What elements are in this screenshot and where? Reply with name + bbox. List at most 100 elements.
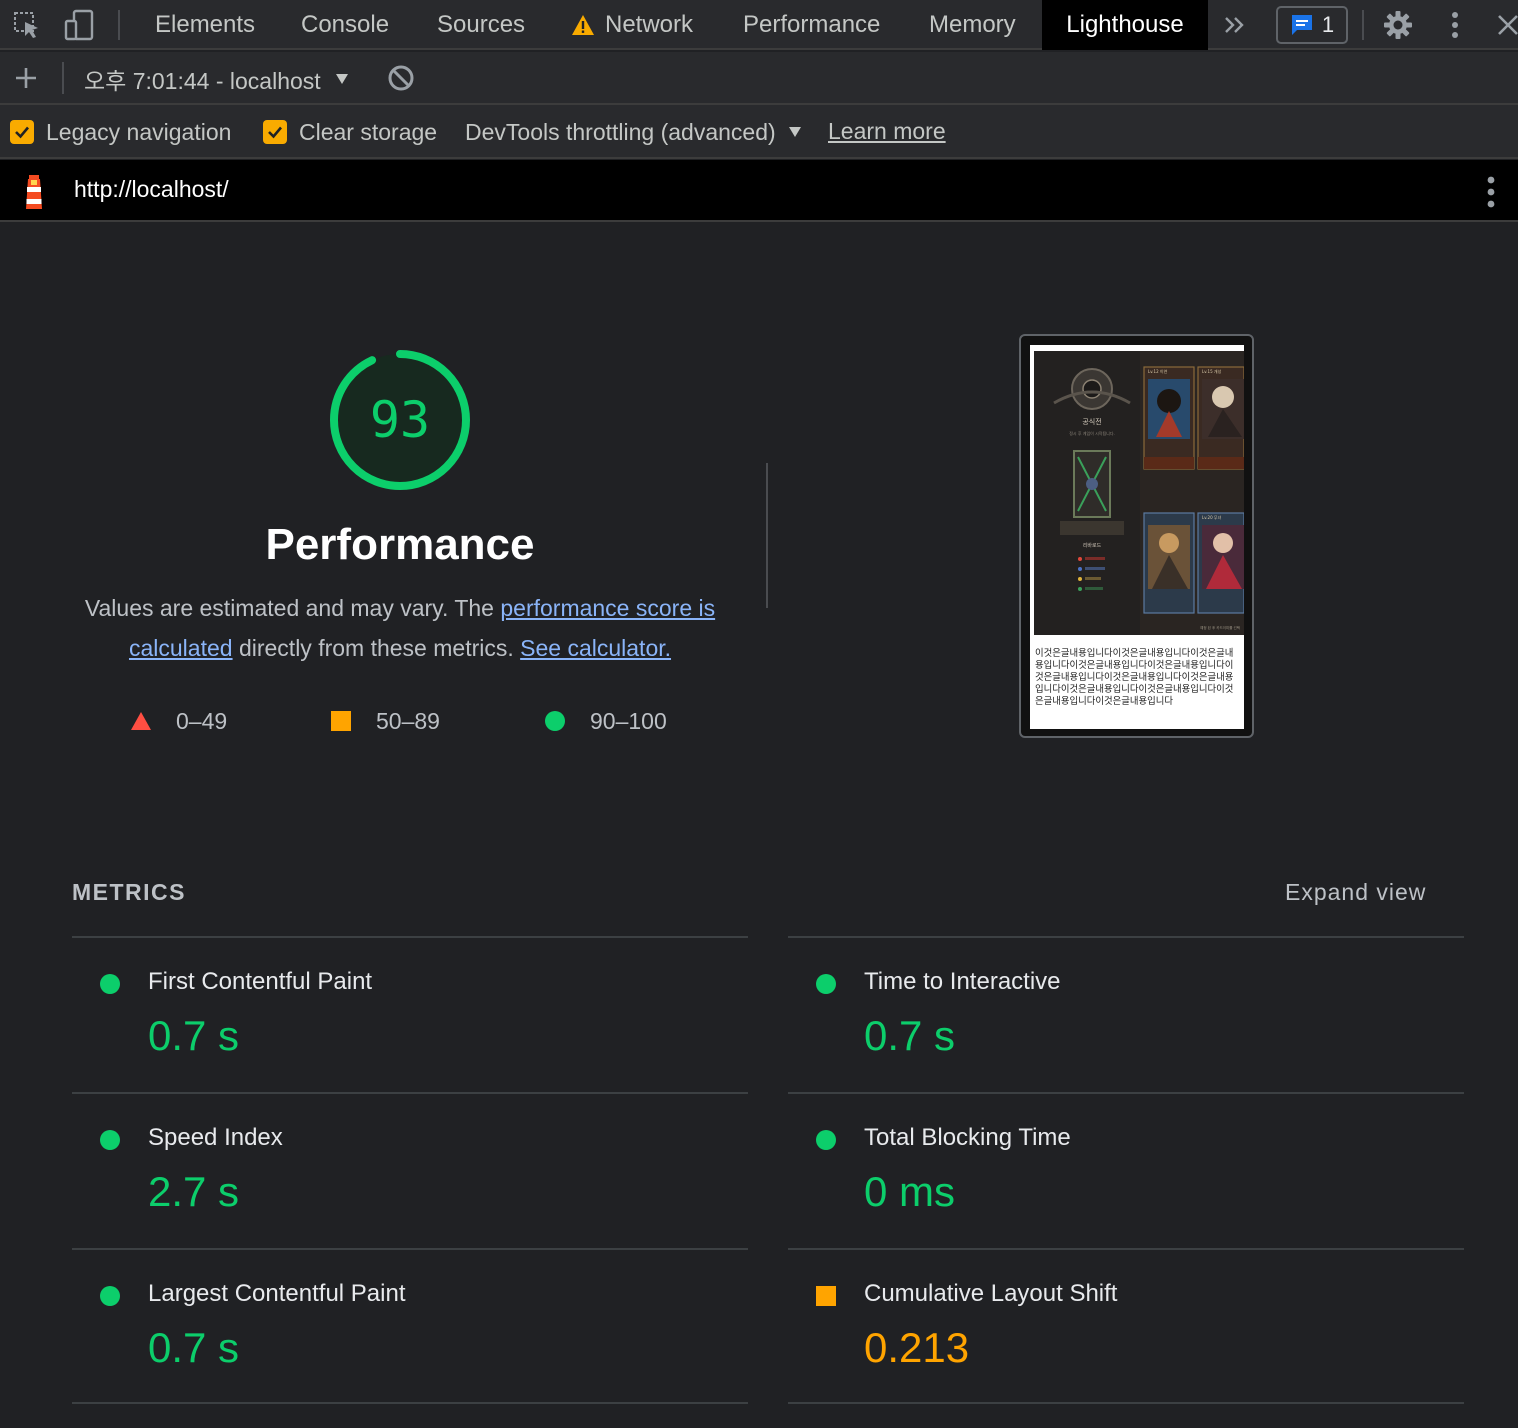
legend-average-label: 50–89	[376, 707, 440, 734]
tab-sources-label: Sources	[437, 11, 526, 38]
game-subtitle: 정시 후 게임이 시작됩니다.	[1069, 430, 1115, 436]
desc-text-1: Values are estimated and may vary. The	[84, 595, 501, 621]
tab-network[interactable]: Network	[571, 0, 693, 50]
tab-sources[interactable]: Sources	[437, 0, 525, 50]
issues-count: 1	[1321, 12, 1335, 37]
devtools-tab-bar: Elements Console Sources Network Perform…	[0, 0, 1518, 50]
toolbar2-separator	[62, 62, 64, 94]
desc-text-2: directly from these metrics.	[232, 635, 521, 661]
metric-speed-index: Speed Index 2.7 s	[72, 1094, 748, 1248]
report-url-bar: http://localhost/	[0, 160, 1518, 222]
final-screenshot[interactable]: 공식전 정시 후 게임이 시작됩니다. 리바로드 Lv.12 이연 Lv.15 …	[1019, 334, 1254, 738]
screenshot-page: 공식전 정시 후 게임이 시작됩니다. 리바로드 Lv.12 이연 Lv.15 …	[1030, 345, 1244, 729]
metric-pass-indicator-icon	[100, 974, 120, 994]
metric-value: 0.7 s	[148, 1012, 240, 1059]
tab-elements-label: Elements	[155, 11, 256, 38]
fail-triangle-icon	[131, 712, 151, 730]
inspect-element-icon[interactable]	[10, 8, 44, 42]
game-title: 공식전	[1082, 417, 1101, 426]
gear-icon[interactable]	[1381, 8, 1415, 42]
report-menu-icon[interactable]	[1486, 176, 1496, 213]
lighthouse-logo-icon	[20, 173, 48, 216]
clear-storage-label: Clear storage	[299, 118, 438, 145]
warning-icon	[572, 15, 594, 35]
card-label-1: Lv.12 이연	[1148, 368, 1168, 374]
clear-reports-icon[interactable]	[384, 61, 418, 95]
summary-divider	[766, 463, 768, 608]
metric-first-contentful-paint: First Contentful Paint 0.7 s	[72, 938, 748, 1092]
metric-divider	[788, 1402, 1464, 1404]
metric-value: 0.7 s	[864, 1012, 956, 1059]
tab-elements[interactable]: Elements	[155, 0, 255, 50]
issues-icon	[1291, 15, 1312, 35]
throttling-select[interactable]: DevTools throttling (advanced)	[465, 118, 802, 146]
toolbar-separator-2	[1362, 10, 1364, 40]
kebab-menu-icon[interactable]	[1438, 8, 1472, 42]
game-illustration: 공식전 정시 후 게임이 시작됩니다. 리바로드 Lv.12 이연 Lv.15 …	[1034, 351, 1244, 635]
lighthouse-settings-bar: Legacy navigation Clear storage DevTools…	[0, 105, 1518, 159]
metric-pass-indicator-icon	[816, 974, 836, 994]
legend-pass: 90–100	[544, 705, 667, 737]
category-title: Performance	[265, 520, 535, 569]
close-icon[interactable]	[1491, 8, 1518, 42]
performance-gauge[interactable]: 93	[325, 345, 475, 495]
throttling-label: DevTools throttling (advanced)	[465, 118, 776, 145]
metric-label: Cumulative Layout Shift	[864, 1280, 1118, 1307]
learn-more-link[interactable]: Learn more	[828, 118, 946, 145]
metric-largest-contentful-paint: Largest Contentful Paint 0.7 s	[72, 1250, 748, 1404]
new-report-icon[interactable]	[9, 61, 43, 95]
more-tabs-icon[interactable]	[1218, 8, 1252, 42]
metric-label: First Contentful Paint	[148, 968, 373, 995]
issues-button[interactable]: 1	[1276, 6, 1348, 44]
device-toolbar-icon[interactable]	[62, 8, 96, 42]
report-selector-label: 오후 7:01:44 - localhost	[84, 67, 321, 94]
throttling-dropdown-icon	[788, 127, 801, 137]
metric-pass-indicator-icon	[100, 1286, 120, 1306]
metric-average-indicator-icon	[816, 1286, 836, 1306]
legacy-navigation-checkbox[interactable]: Legacy navigation	[10, 118, 231, 146]
toolbar-separator	[118, 10, 120, 40]
performance-score: 93	[369, 391, 431, 449]
tab-memory[interactable]: Memory	[929, 0, 1016, 50]
metric-value: 0 ms	[864, 1168, 956, 1215]
metric-value: 0.7 s	[148, 1324, 240, 1371]
game-footer-note: 예정 된 후 카드이미를 선택	[1200, 625, 1240, 630]
metric-pass-indicator-icon	[100, 1130, 120, 1150]
expand-view-toggle[interactable]: Expand view	[1285, 879, 1426, 906]
tab-lighthouse-label: Lighthouse	[1066, 11, 1184, 38]
metric-label: Total Blocking Time	[864, 1124, 1071, 1151]
game-side-label: 리바로드	[1083, 542, 1102, 549]
pass-circle-icon	[545, 711, 565, 731]
screenshot-game-area: 공식전 정시 후 게임이 시작됩니다. 리바로드 Lv.12 이연 Lv.15 …	[1034, 351, 1244, 635]
legend-fail-label: 0–49	[176, 707, 228, 734]
screenshot-body-text: 이것은글내용입니다이것은글내용입니다이것은글내용입니다이것은글내용입니다이것은글…	[1035, 647, 1234, 706]
legend-pass-label: 90–100	[590, 707, 667, 734]
card-label-3: Lv.20 무녀	[1202, 514, 1222, 520]
legend-average: 50–89	[330, 705, 440, 737]
tab-performance[interactable]: Performance	[743, 0, 880, 50]
dropdown-arrow-icon	[335, 73, 348, 84]
tab-lighthouse[interactable]: Lighthouse	[1042, 0, 1208, 50]
average-square-icon	[331, 711, 351, 731]
legacy-navigation-check-icon	[10, 120, 34, 144]
metric-divider	[72, 1402, 748, 1404]
metrics-heading: METRICS	[72, 879, 186, 905]
lighthouse-toolbar: 오후 7:01:44 - localhost	[0, 52, 1518, 105]
clear-storage-check-icon	[263, 120, 287, 144]
see-calculator-link[interactable]: See calculator.	[520, 635, 671, 661]
metric-label: Largest Contentful Paint	[148, 1280, 406, 1307]
report-selector[interactable]: 오후 7:01:44 - localhost	[84, 52, 349, 105]
report-url[interactable]: http://localhost/	[74, 176, 229, 203]
tab-performance-label: Performance	[743, 11, 881, 38]
score-description: Values are estimated and may vary. The p…	[70, 588, 730, 668]
metric-time-to-interactive: Time to Interactive 0.7 s	[788, 938, 1464, 1092]
clear-storage-checkbox[interactable]: Clear storage	[263, 118, 437, 146]
tab-memory-label: Memory	[929, 11, 1016, 38]
metric-label: Speed Index	[148, 1124, 283, 1151]
metric-total-blocking-time: Total Blocking Time 0 ms	[788, 1094, 1464, 1248]
tab-network-label: Network	[605, 11, 694, 38]
metric-value: 0.213	[864, 1324, 970, 1371]
metric-pass-indicator-icon	[816, 1130, 836, 1150]
tab-console[interactable]: Console	[301, 0, 389, 50]
metric-label: Time to Interactive	[864, 968, 1061, 995]
